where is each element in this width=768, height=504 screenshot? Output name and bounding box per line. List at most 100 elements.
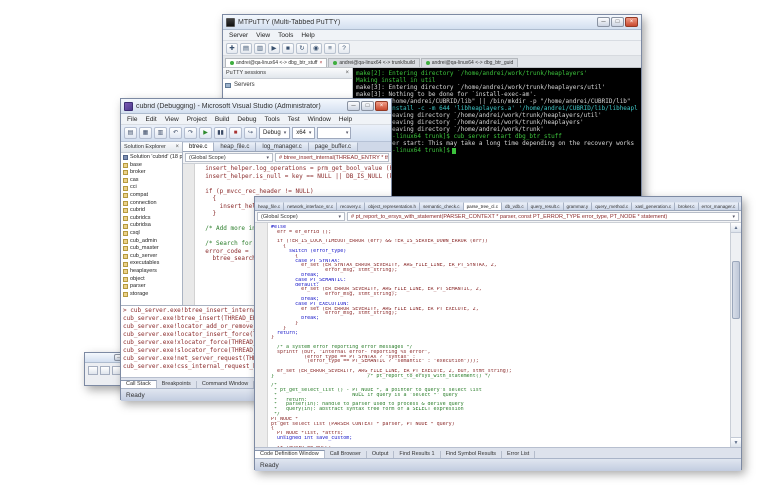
menu-item-test[interactable]: Test: [284, 116, 304, 123]
help-icon[interactable]: ?: [338, 42, 350, 54]
code-editor-window[interactable]: heap_file.c network_interface_sr.c recover…: [254, 196, 742, 471]
session-tab[interactable]: andrei@qa-linux64 <-> dbg_btr_guid: [420, 58, 519, 67]
scope-dropdown[interactable]: (Global Scope) ▾: [257, 212, 345, 221]
menu-item-file[interactable]: File: [123, 116, 141, 123]
member-dropdown[interactable]: # pt_report_to_ersys_with_statement(PARS…: [347, 212, 739, 221]
tool-button-1[interactable]: [88, 366, 98, 375]
step-over-icon[interactable]: ↪: [244, 127, 257, 139]
solution-project-item[interactable]: cub_admin: [121, 238, 182, 246]
break-all-icon[interactable]: ▮▮: [214, 127, 227, 139]
document-tab[interactable]: broker.c: [675, 202, 699, 210]
solution-project-item[interactable]: cci: [121, 184, 182, 192]
solution-project-item[interactable]: heaplayers: [121, 268, 182, 276]
breakpoint-margin[interactable]: [255, 223, 268, 447]
solution-explorer-header[interactable]: Solution Explorer ×: [121, 142, 182, 153]
connect-icon[interactable]: ▶: [268, 42, 280, 54]
session-tab[interactable]: andrei@qa-linux64 <-> dbg_btr_stuff ×: [225, 58, 328, 67]
menu-item-help[interactable]: Help: [297, 32, 318, 39]
stop-debugging-icon[interactable]: ■: [229, 127, 242, 139]
document-tab[interactable]: heap_file.c: [255, 202, 285, 210]
scrollbar-thumb[interactable]: [732, 261, 740, 319]
panel-tab[interactable]: Breakpoints: [157, 381, 197, 388]
scope-dropdown[interactable]: (Global Scope) ▾: [185, 153, 273, 162]
panel-tab[interactable]: Command Window: [197, 381, 255, 388]
menu-item-window[interactable]: Window: [304, 116, 335, 123]
breakpoint-margin[interactable]: [183, 164, 195, 305]
continue-icon[interactable]: ▶: [199, 127, 212, 139]
minimize-button[interactable]: ─: [597, 17, 610, 27]
document-tab[interactable]: btree.c: [183, 142, 215, 151]
document-tab[interactable]: page_buffer.c: [308, 142, 359, 151]
solution-project-item[interactable]: cubridcs: [121, 215, 182, 223]
solution-project-item[interactable]: csql: [121, 230, 182, 238]
panel-tab[interactable]: Call Browser: [325, 451, 367, 458]
solution-project-item[interactable]: broker: [121, 169, 182, 177]
undo-icon[interactable]: ↶: [169, 127, 182, 139]
menu-item-tools[interactable]: Tools: [274, 32, 297, 39]
close-button[interactable]: ×: [375, 101, 388, 111]
solution-project-item[interactable]: cubrid: [121, 207, 182, 215]
document-tab[interactable]: error_manager.c: [698, 202, 740, 210]
solution-project-item[interactable]: compat: [121, 192, 182, 200]
terminal-screen[interactable]: make[2]: Entering directory `/home/andre…: [353, 68, 641, 201]
document-tab[interactable]: query_result.c: [527, 202, 564, 210]
document-tab[interactable]: parse_tree_cl.c: [463, 202, 503, 210]
putty-titlebar[interactable]: MTPuTTY (Multi-Tabbed PuTTY) ─ □ ×: [223, 15, 641, 30]
detach-icon[interactable]: ◉: [310, 42, 322, 54]
configuration-dropdown[interactable]: Debug ▾: [259, 127, 291, 139]
document-tab[interactable]: object_representation.h: [365, 202, 421, 210]
panel-tab[interactable]: Find Symbol Results: [441, 451, 502, 458]
tool-button-2[interactable]: [100, 366, 110, 375]
panel-tab[interactable]: Output: [367, 451, 395, 458]
session-tree-item[interactable]: Servers: [225, 81, 350, 90]
reconnect-icon[interactable]: ↻: [296, 42, 308, 54]
menu-item-debug[interactable]: Debug: [233, 116, 260, 123]
solution-project-item[interactable]: cub_server: [121, 253, 182, 261]
menu-item-build[interactable]: Build: [211, 116, 233, 123]
menu-item-help[interactable]: Help: [335, 116, 356, 123]
maximize-button[interactable]: □: [611, 17, 624, 27]
menu-item-view[interactable]: View: [161, 116, 183, 123]
document-tab[interactable]: recovery.c: [337, 202, 366, 210]
panel-tab[interactable]: Error List: [502, 451, 536, 458]
scroll-down-icon[interactable]: ▼: [731, 437, 741, 447]
document-tab[interactable]: xasl_generation.c: [632, 202, 676, 210]
close-icon[interactable]: ×: [175, 144, 179, 150]
close-icon[interactable]: ×: [345, 70, 349, 76]
redo-icon[interactable]: ↷: [184, 127, 197, 139]
menu-item-server[interactable]: Server: [225, 32, 252, 39]
save-session-icon[interactable]: ▥: [254, 42, 266, 54]
platform-dropdown[interactable]: x64 ▾: [292, 127, 316, 139]
member-dropdown[interactable]: # btree_insert_internal(THREAD_ENTRY * t…: [275, 153, 389, 162]
open-sessions-icon[interactable]: ▤: [240, 42, 252, 54]
session-tab[interactable]: andrei@qa-linux64 <-> trunk/build: [328, 58, 420, 67]
solution-root-item[interactable]: Solution 'cubrid' (18 projects): [121, 154, 182, 162]
settings-icon[interactable]: ≡: [324, 42, 336, 54]
document-tab[interactable]: db_vdb.c: [502, 202, 528, 210]
solution-project-item[interactable]: base: [121, 162, 182, 170]
solution-project-item[interactable]: cubridsa: [121, 222, 182, 230]
document-tab[interactable]: network_interface_sr.c: [284, 202, 338, 210]
new-session-icon[interactable]: ✚: [226, 42, 238, 54]
maximize-button[interactable]: □: [361, 101, 374, 111]
solution-project-item[interactable]: object: [121, 276, 182, 284]
minimize-button[interactable]: ─: [347, 101, 360, 111]
solution-project-item[interactable]: executables: [121, 260, 182, 268]
document-tab[interactable]: heap_file.c: [214, 142, 257, 151]
document-tab[interactable]: query_method.c: [592, 202, 633, 210]
open-file-icon[interactable]: ▦: [139, 127, 152, 139]
panel-tab[interactable]: Code Definition Window: [255, 450, 325, 458]
vertical-scrollbar[interactable]: ▲ ▼: [730, 223, 741, 447]
document-tab[interactable]: transform.h: [739, 202, 741, 210]
disconnect-icon[interactable]: ■: [282, 42, 294, 54]
solution-project-item[interactable]: cub_master: [121, 245, 182, 253]
vs-titlebar[interactable]: cubrid (Debugging) - Microsoft Visual St…: [121, 99, 391, 114]
document-tab[interactable]: log_manager.c: [256, 142, 309, 151]
menu-item-view[interactable]: View: [252, 32, 274, 39]
solution-project-item[interactable]: cas: [121, 177, 182, 185]
solution-project-item[interactable]: storage: [121, 291, 182, 299]
find-combo[interactable]: ▾: [317, 127, 352, 139]
solution-project-item[interactable]: connection: [121, 200, 182, 208]
menu-item-project[interactable]: Project: [183, 116, 211, 123]
scroll-up-icon[interactable]: ▲: [731, 223, 741, 233]
